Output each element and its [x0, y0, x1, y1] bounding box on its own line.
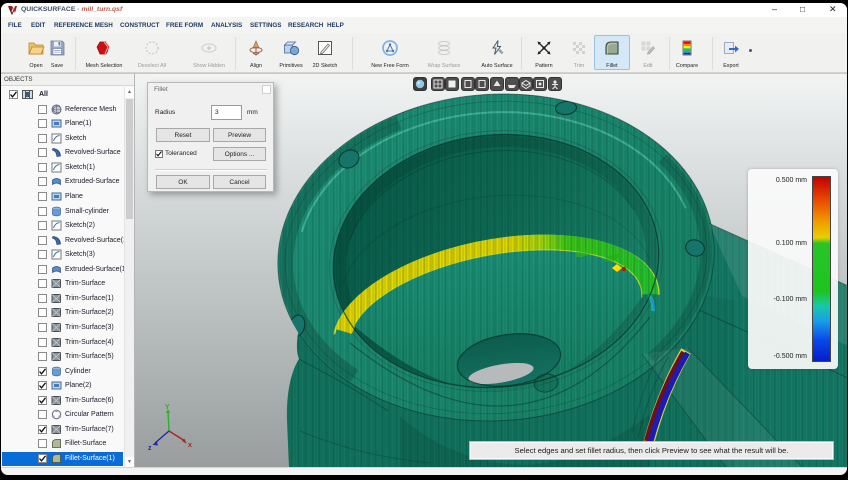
svg-text:x: x [188, 442, 192, 449]
svg-text:Y: Y [165, 404, 170, 411]
svg-text:z: z [148, 445, 152, 452]
